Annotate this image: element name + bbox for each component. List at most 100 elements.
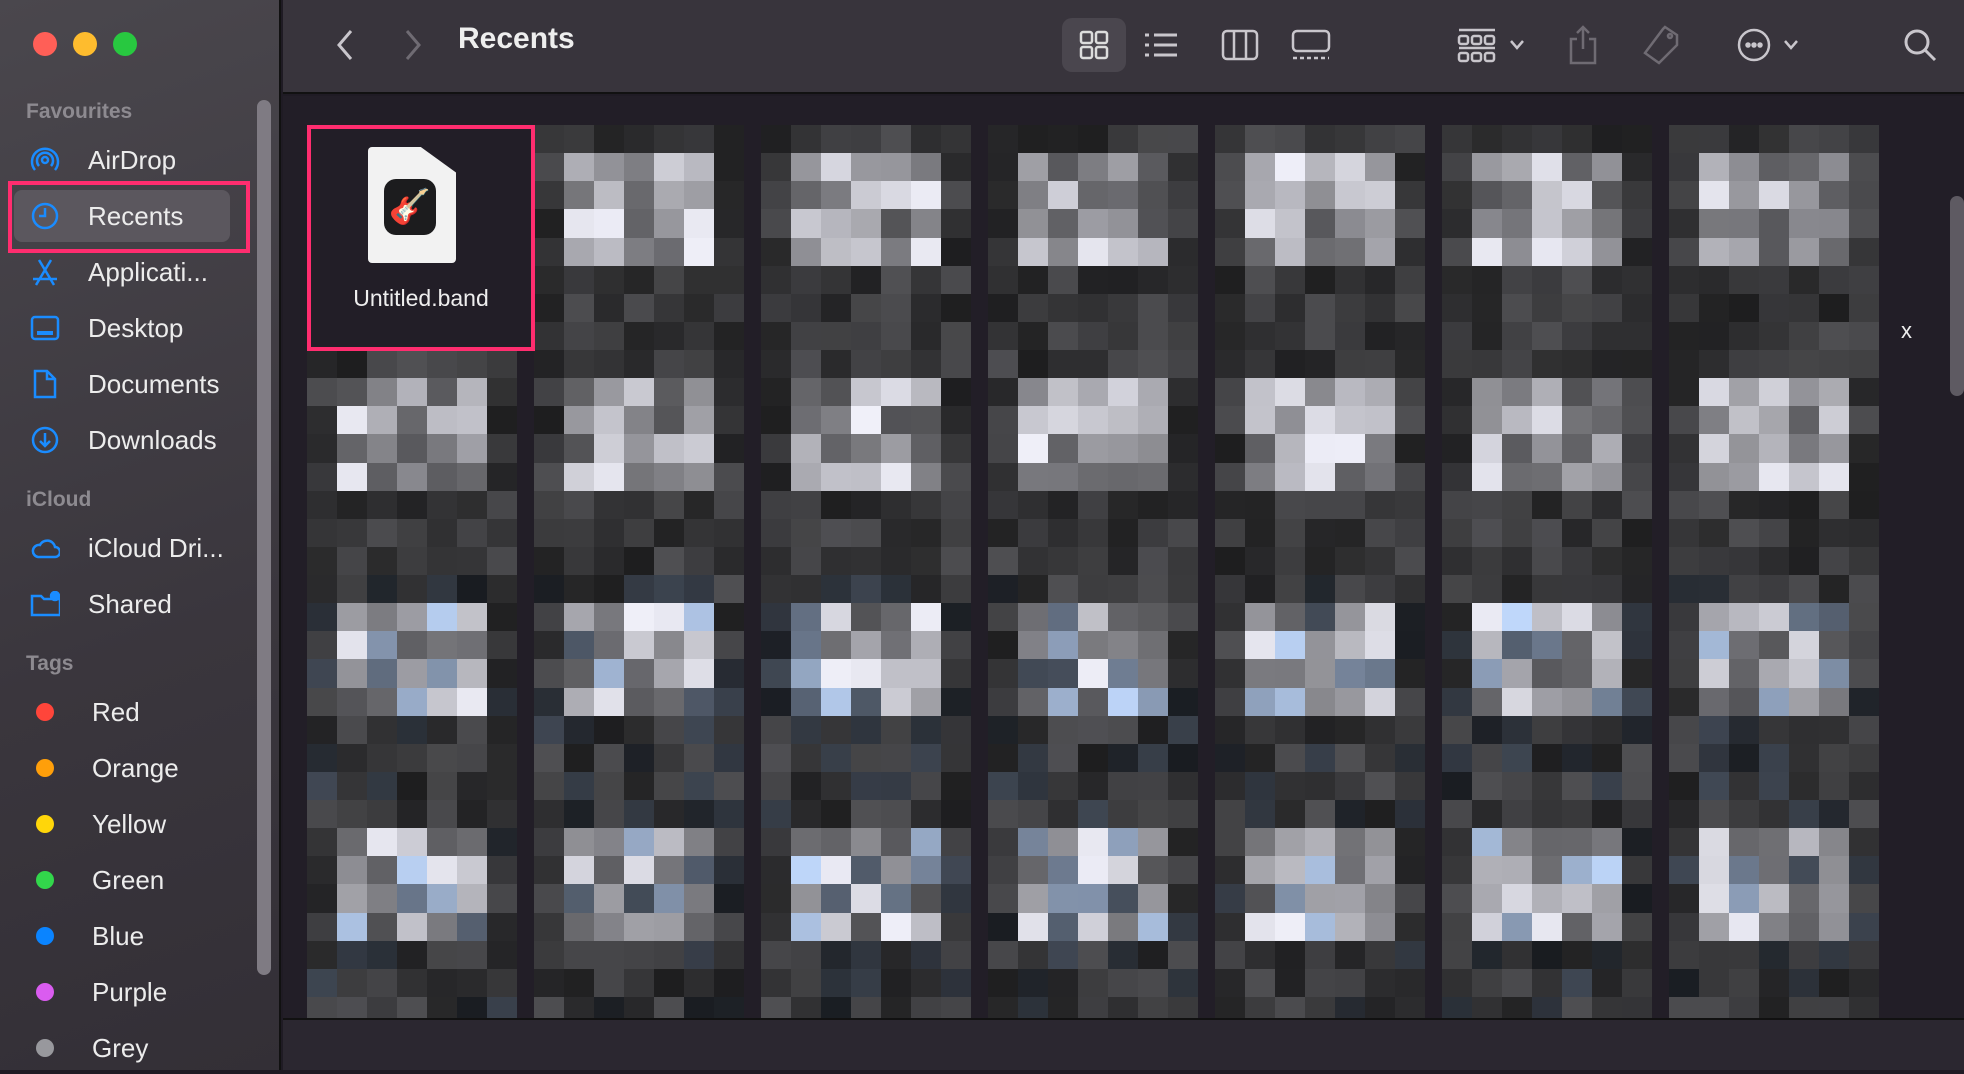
file-item-blurred[interactable] [1442, 575, 1652, 800]
sidebar-item-label: AirDrop [88, 145, 176, 176]
share-icon [1568, 25, 1598, 65]
blurred-thumbnail [534, 800, 744, 1018]
file-item-blurred[interactable] [534, 350, 744, 575]
blurred-thumbnail [1442, 125, 1652, 350]
cloud-icon [30, 533, 60, 563]
file-item-blurred[interactable] [1669, 575, 1879, 800]
file-item-blurred[interactable] [1215, 350, 1425, 575]
sidebar-item-label: Downloads [88, 425, 217, 456]
blurred-thumbnail [1215, 125, 1425, 350]
sidebar-item-blue[interactable]: Blue [14, 910, 230, 962]
file-item-untitled-band[interactable]: 🎸 Untitled.band [307, 125, 535, 351]
file-item-blurred[interactable] [1669, 125, 1879, 350]
applications-icon [30, 257, 60, 287]
sidebar-item-label: Grey [92, 1033, 148, 1064]
file-grid: 🎸 Untitled.band x [283, 96, 1964, 1018]
blurred-thumbnail [988, 350, 1198, 575]
blurred-thumbnail [1442, 800, 1652, 1018]
file-item-blurred[interactable] [534, 800, 744, 1018]
blurred-thumbnail [761, 125, 971, 350]
file-item-blurred[interactable] [761, 350, 971, 575]
sidebar-item-label: Red [92, 697, 140, 728]
search-icon [1903, 28, 1937, 62]
file-item-blurred[interactable] [988, 800, 1198, 1018]
content-scrollbar[interactable] [1950, 196, 1964, 396]
blurred-thumbnail [988, 125, 1198, 350]
blurred-thumbnail [1215, 350, 1425, 575]
minimize-button[interactable] [73, 32, 97, 56]
more-actions-button[interactable] [1728, 18, 1808, 72]
sidebar-item-documents[interactable]: Documents [14, 358, 230, 410]
file-item-blurred[interactable] [1669, 350, 1879, 575]
blurred-thumbnail [1669, 800, 1879, 1018]
gallery-view-button[interactable] [283, 18, 1331, 72]
section-header: iCloud [26, 488, 91, 512]
file-item-blurred[interactable] [307, 575, 517, 800]
file-item-blurred[interactable] [534, 575, 744, 800]
toolbar: Recents [283, 0, 1964, 94]
blurred-thumbnail [1442, 350, 1652, 575]
sidebar-item-green[interactable]: Green [14, 854, 230, 906]
blurred-thumbnail [761, 800, 971, 1018]
file-item-blurred[interactable] [1215, 575, 1425, 800]
share-button[interactable] [1563, 18, 1603, 72]
file-item-blurred[interactable] [1442, 350, 1652, 575]
blurred-thumbnail [1215, 800, 1425, 1018]
blurred-thumbnail [988, 800, 1198, 1018]
file-item-blurred[interactable] [307, 800, 517, 1018]
sidebar-item-orange[interactable]: Orange [14, 742, 230, 794]
gallery-icon [1291, 29, 1331, 61]
sidebar-item-desktop[interactable]: Desktop [14, 302, 230, 354]
tag-color-icon [36, 759, 54, 777]
tag-icon [1643, 25, 1679, 65]
file-item-blurred[interactable] [1442, 125, 1652, 350]
sidebar-item-icloud-dri[interactable]: iCloud Dri... [14, 522, 230, 574]
file-item-blurred[interactable] [1215, 800, 1425, 1018]
group-button[interactable] [1451, 18, 1531, 72]
section-header: Favourites [26, 100, 132, 124]
airdrop-icon [30, 145, 60, 175]
file-item-blurred[interactable] [1442, 800, 1652, 1018]
sidebar-item-yellow[interactable]: Yellow [14, 798, 230, 850]
desktop-icon [30, 313, 60, 343]
document-icon [30, 369, 60, 399]
file-item-blurred[interactable] [761, 575, 971, 800]
tag-color-icon [36, 927, 54, 945]
sidebar-item-purple[interactable]: Purple [14, 966, 230, 1018]
sidebar-item-label: Documents [88, 369, 220, 400]
sidebar-item-label: Applicati... [88, 257, 208, 288]
file-item-blurred[interactable] [988, 125, 1198, 350]
file-item-blurred[interactable] [307, 350, 517, 575]
sidebar-item-downloads[interactable]: Downloads [14, 414, 230, 466]
sidebar-item-airdrop[interactable]: AirDrop [14, 134, 230, 186]
file-item-blurred[interactable] [988, 575, 1198, 800]
file-item-blurred[interactable] [1215, 125, 1425, 350]
tag-color-icon [36, 703, 54, 721]
shared-folder-icon [30, 589, 60, 619]
file-item-blurred[interactable] [534, 125, 744, 350]
close-button[interactable] [33, 32, 57, 56]
search-button[interactable] [1895, 18, 1945, 72]
file-name: Untitled.band [307, 285, 535, 312]
sidebar-item-shared[interactable]: Shared [14, 578, 230, 630]
section-header: Tags [26, 652, 73, 676]
file-item-blurred[interactable] [1669, 800, 1879, 1018]
sidebar-item-grey[interactable]: Grey [14, 1022, 230, 1074]
tag-button[interactable] [1641, 18, 1681, 72]
blurred-thumbnail [1669, 125, 1879, 350]
file-item-blurred[interactable] [988, 350, 1198, 575]
blurred-thumbnail [307, 800, 517, 1018]
file-item-blurred[interactable] [761, 125, 971, 350]
tag-color-icon [36, 1039, 54, 1057]
sidebar-item-red[interactable]: Red [14, 686, 230, 738]
blurred-thumbnail [534, 350, 744, 575]
sidebar-item-label: Purple [92, 977, 167, 1008]
blurred-thumbnail [761, 350, 971, 575]
sidebar-item-applicati[interactable]: Applicati... [14, 246, 230, 298]
blurred-thumbnail [1442, 575, 1652, 800]
zoom-button[interactable] [113, 32, 137, 56]
blurred-thumbnail [307, 575, 517, 800]
file-item-blurred[interactable] [761, 800, 971, 1018]
sidebar-scrollbar[interactable] [257, 100, 271, 975]
chevron-down-icon [1783, 39, 1799, 51]
